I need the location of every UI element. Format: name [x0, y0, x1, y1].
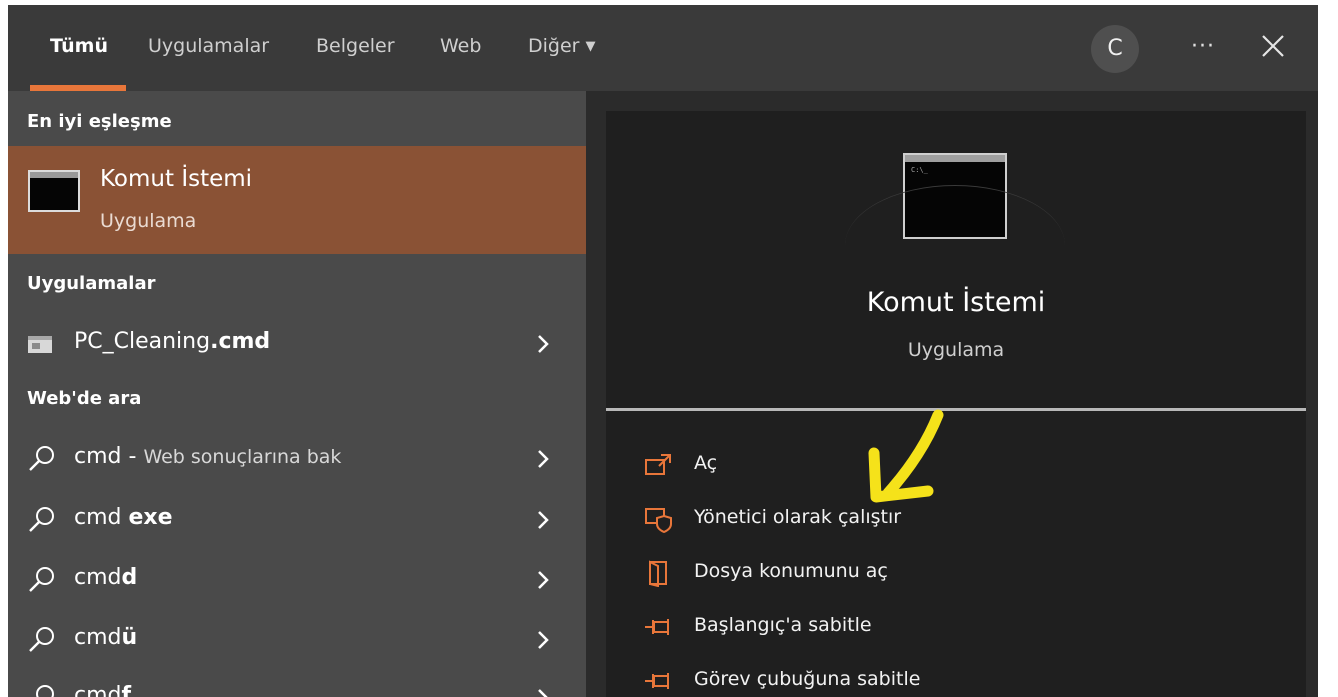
tab-apps[interactable]: Uygulamalar [148, 35, 269, 57]
app-result-label: PC_Cleaning.cmd [74, 329, 270, 354]
command-prompt-icon [28, 170, 80, 212]
action-pin-to-taskbar[interactable]: Görev çubuğuna sabitle [606, 657, 1306, 697]
action-label: Başlangıç'a sabitle [694, 614, 872, 636]
top-bar: Tümü Uygulamalar Belgeler Web Diğer ▼ C ·… [8, 5, 1318, 91]
web-result-item[interactable]: cmdd [8, 552, 586, 608]
web-result-query: cmd [74, 444, 122, 469]
tab-more[interactable]: Diğer ▼ [528, 35, 595, 57]
close-button[interactable] [1248, 27, 1296, 67]
account-avatar[interactable]: C [1091, 25, 1139, 73]
annotation-arrow-icon [868, 409, 944, 503]
action-open[interactable]: Aç [606, 441, 1306, 489]
chevron-right-icon [538, 631, 549, 649]
chevron-right-icon [538, 689, 548, 697]
section-web: Web'de ara [27, 388, 142, 409]
search-icon [29, 627, 54, 652]
command-prompt-icon: C:\_ [845, 153, 1065, 239]
app-result-item[interactable]: PC_Cleaning.cmd [8, 316, 586, 372]
close-icon [1262, 35, 1284, 57]
detail-pane: C:\_ Komut İstemi Uygulama Aç Yönetici o… [606, 111, 1306, 697]
web-result-query: cmd [74, 505, 129, 530]
web-result-completion: d [121, 565, 138, 590]
caret-down-icon: ▼ [585, 39, 596, 54]
tab-documents[interactable]: Belgeler [316, 35, 395, 57]
web-result-label: cmdü [74, 625, 137, 650]
shield-admin-icon [645, 508, 672, 533]
app-result-ext: .cmd [210, 329, 271, 354]
chevron-right-icon [538, 571, 549, 589]
file-location-icon [649, 560, 667, 587]
section-apps: Uygulamalar [27, 273, 156, 294]
pin-icon [645, 619, 669, 635]
web-result-item[interactable]: cmdü [8, 612, 586, 668]
divider [606, 408, 1306, 411]
action-label: Yönetici olarak çalıştır [694, 506, 902, 528]
chevron-right-icon [538, 335, 549, 353]
detail-app-type: Uygulama [907, 339, 1005, 361]
action-label: Dosya konumunu aç [694, 560, 888, 582]
results-pane: En iyi eşleşme Komut İstemi Uygulama Uyg… [8, 91, 586, 697]
open-icon [645, 454, 671, 475]
section-best-match: En iyi eşleşme [27, 111, 172, 132]
search-icon [29, 446, 54, 471]
pin-icon [645, 673, 669, 689]
action-pin-to-start[interactable]: Başlangıç'a sabitle [606, 603, 1306, 651]
web-result-label: cmdd [74, 565, 137, 590]
search-icon [29, 567, 54, 592]
script-file-icon [28, 336, 52, 353]
web-result-completion: ü [121, 625, 138, 650]
best-match-type: Uygulama [100, 210, 197, 232]
web-result-label: cmdf [74, 683, 131, 697]
action-open-file-location[interactable]: Dosya konumunu aç [606, 549, 1306, 597]
tab-more-label: Diğer [528, 35, 580, 57]
web-result-item[interactable]: cmdf [8, 670, 586, 697]
chevron-right-icon [538, 450, 549, 468]
web-result-item[interactable]: cmd exe [8, 492, 586, 548]
detail-app-name: Komut İstemi [866, 287, 1046, 318]
action-label: Aç [694, 452, 718, 474]
web-result-label: cmd - Web sonuçlarına bak [74, 444, 341, 469]
best-match-item[interactable]: Komut İstemi Uygulama [8, 146, 586, 254]
action-label: Görev çubuğuna sabitle [694, 668, 921, 690]
web-result-query: cmd [74, 625, 122, 650]
tab-web[interactable]: Web [440, 35, 481, 57]
chevron-right-icon [538, 511, 549, 529]
tab-all[interactable]: Tümü [50, 35, 108, 57]
web-result-sub: Web sonuçlarına bak [143, 446, 342, 468]
web-result-completion: exe [128, 505, 173, 530]
web-result-label: cmd exe [74, 505, 173, 530]
action-run-as-admin[interactable]: Yönetici olarak çalıştır [606, 495, 1306, 543]
web-result-query: cmd [74, 683, 122, 697]
best-match-name: Komut İstemi [100, 166, 253, 192]
search-icon [36, 685, 54, 697]
web-result-separator: - [121, 444, 144, 469]
app-result-name: PC_Cleaning [74, 329, 211, 354]
web-result-completion: f [121, 683, 132, 697]
more-options-button[interactable]: ··· [1178, 27, 1228, 67]
search-window: Tümü Uygulamalar Belgeler Web Diğer ▼ C ·… [8, 5, 1318, 697]
search-icon [29, 507, 54, 532]
web-result-query: cmd [74, 565, 122, 590]
web-result-item[interactable]: cmd - Web sonuçlarına bak [8, 431, 586, 487]
